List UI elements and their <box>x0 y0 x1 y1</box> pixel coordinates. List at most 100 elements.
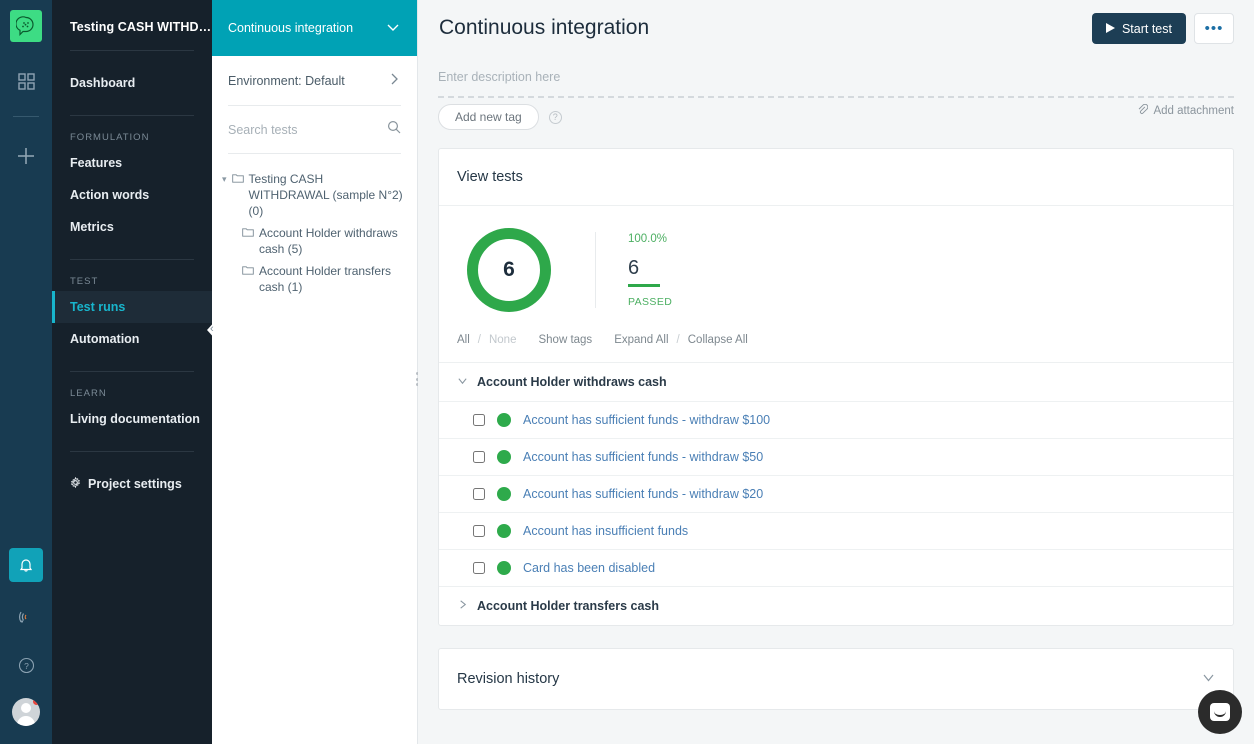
environment-selector[interactable]: Environment: Default <box>212 56 417 105</box>
chevron-down-icon <box>1202 671 1215 687</box>
sidebar-item-test-runs[interactable]: Test runs <box>52 291 212 323</box>
svg-text:?: ? <box>24 661 29 671</box>
test-results-summary: 6 100.0% 6 PASSED <box>439 206 1233 312</box>
tag-row: Add new tag ? <box>438 104 1234 130</box>
status-badge-passed <box>497 524 511 538</box>
revision-history-header[interactable]: Revision history <box>439 649 1233 709</box>
collapse-all-button[interactable]: Collapse All <box>688 334 748 346</box>
sidebar-item-action-words[interactable]: Action words <box>52 179 212 211</box>
nav-project-title[interactable]: Testing CASH WITHD… <box>52 0 212 34</box>
test-filters: All / None Show tags Expand All / Collap… <box>439 312 1233 362</box>
more-options-button[interactable]: ••• <box>1194 13 1234 44</box>
test-select-checkbox[interactable] <box>473 525 485 537</box>
sidebar-item-living-documentation[interactable]: Living documentation <box>52 403 212 435</box>
nav-divider <box>70 371 194 372</box>
add-new-tag-button[interactable]: Add new tag <box>438 104 539 130</box>
test-name-link[interactable]: Account has sufficient funds - withdraw … <box>523 450 763 464</box>
ellipsis-icon: ••• <box>1204 20 1224 37</box>
chevron-right-icon <box>457 599 467 613</box>
main-header: Continuous integration Start test ••• <box>438 0 1234 44</box>
avatar-notification-dot <box>33 698 40 705</box>
sidebar-item-dashboard[interactable]: Dashboard <box>52 67 212 99</box>
page-title: Continuous integration <box>439 16 650 39</box>
table-row[interactable]: Account has sufficient funds - withdraw … <box>439 401 1233 438</box>
show-tags-button[interactable]: Show tags <box>538 334 592 346</box>
nav-group-formulation: FORMULATION <box>70 132 150 143</box>
search-icon[interactable] <box>387 120 401 139</box>
primary-navigation: Testing CASH WITHD… Dashboard FORMULATIO… <box>52 0 217 744</box>
expand-all-button[interactable]: Expand All <box>614 334 668 346</box>
help-circle-icon[interactable]: ? <box>548 110 562 124</box>
tree-node-label: Account Holder transfers cash (1) <box>259 264 392 294</box>
test-group-header-withdraws-cash[interactable]: Account Holder withdraws cash <box>439 362 1233 401</box>
chevron-down-icon <box>385 19 401 38</box>
table-row[interactable]: Account has insufficient funds <box>439 512 1233 549</box>
sidebar-item-automation[interactable]: Automation <box>52 323 212 355</box>
table-row[interactable]: Card has been disabled <box>439 549 1233 586</box>
caret-down-icon: ▾ <box>222 174 227 184</box>
tree-node-label: Account Holder withdraws cash (5) <box>259 226 398 256</box>
search-tests-row <box>212 106 417 153</box>
sidebar-item-features[interactable]: Features <box>52 147 212 179</box>
revision-history-card: Revision history <box>438 648 1234 710</box>
results-donut-chart: 6 <box>467 228 551 312</box>
nav-divider <box>70 50 194 51</box>
sidebar-item-metrics[interactable]: Metrics <box>52 211 212 243</box>
test-group-label: Account Holder withdraws cash <box>477 375 667 389</box>
tree-node-transfers-cash[interactable]: Account Holder transfers cash (1) <box>222 260 407 298</box>
test-select-checkbox[interactable] <box>473 451 485 463</box>
user-avatar-icon[interactable] <box>12 698 40 726</box>
panel-header-continuous-integration[interactable]: Continuous integration <box>212 0 417 56</box>
test-name-link[interactable]: Account has insufficient funds <box>523 524 688 538</box>
table-row[interactable]: Account has sufficient funds - withdraw … <box>439 475 1233 512</box>
tree-node-withdraws-cash[interactable]: Account Holder withdraws cash (5) <box>222 222 407 260</box>
table-row[interactable]: Account has sufficient funds - withdraw … <box>439 438 1233 475</box>
add-attachment-label: Add attachment <box>1153 105 1234 117</box>
view-tests-title: View tests <box>439 149 1233 206</box>
gear-icon <box>70 476 81 491</box>
notification-bell-icon[interactable] <box>9 548 43 582</box>
status-badge-passed <box>497 561 511 575</box>
main-content: Continuous integration Start test ••• En… <box>418 0 1254 744</box>
add-attachment-button[interactable]: Add attachment <box>1137 103 1234 118</box>
help-circle-icon[interactable]: ? <box>9 650 43 680</box>
paperclip-icon <box>1137 103 1149 118</box>
passed-count: 6 <box>628 256 640 279</box>
passed-status-label: PASSED <box>628 295 673 308</box>
chevron-right-icon <box>387 72 401 89</box>
filter-separator: / <box>477 334 481 346</box>
filter-all[interactable]: All <box>457 334 470 346</box>
tree-node-root[interactable]: ▾ Testing CASH WITHDRAWAL (sample N°2) (… <box>222 168 407 222</box>
test-group-label: Account Holder transfers cash <box>477 599 659 613</box>
description-input[interactable]: Enter description here <box>438 44 1234 96</box>
nav-divider <box>70 115 194 116</box>
donut-center-label: 6 <box>503 258 515 281</box>
passed-percent: 100.0% <box>628 232 668 245</box>
icon-rail: ? <box>0 0 52 744</box>
test-select-checkbox[interactable] <box>473 488 485 500</box>
nav-divider <box>70 451 194 452</box>
test-select-checkbox[interactable] <box>473 562 485 574</box>
rss-feed-icon[interactable] <box>9 602 43 632</box>
sidebar-item-project-settings[interactable]: Project settings <box>52 468 212 500</box>
start-test-button[interactable]: Start test <box>1091 13 1186 44</box>
sidebar-collapse-handle[interactable]: ‹ <box>202 318 222 342</box>
grid-apps-icon[interactable] <box>9 64 43 98</box>
search-input[interactable] <box>228 122 368 137</box>
header-actions: Start test ••• <box>1091 8 1234 44</box>
test-group-header-transfers-cash[interactable]: Account Holder transfers cash <box>439 586 1233 625</box>
chat-widget-button[interactable] <box>1198 690 1242 734</box>
test-folder-tree: ▾ Testing CASH WITHDRAWAL (sample N°2) (… <box>212 154 417 298</box>
panel-header-title: Continuous integration <box>228 21 354 35</box>
test-name-link[interactable]: Card has been disabled <box>523 561 655 575</box>
nav-group-learn: LEARN <box>70 388 107 399</box>
play-icon <box>1105 22 1115 36</box>
test-name-link[interactable]: Account has sufficient funds - withdraw … <box>523 413 770 427</box>
test-select-checkbox[interactable] <box>473 414 485 426</box>
filter-none[interactable]: None <box>489 334 517 346</box>
revision-history-title: Revision history <box>457 671 560 687</box>
cucumber-logo-icon[interactable] <box>10 10 42 42</box>
folder-icon <box>242 226 254 242</box>
test-name-link[interactable]: Account has sufficient funds - withdraw … <box>523 487 763 501</box>
plus-icon[interactable] <box>9 139 43 173</box>
